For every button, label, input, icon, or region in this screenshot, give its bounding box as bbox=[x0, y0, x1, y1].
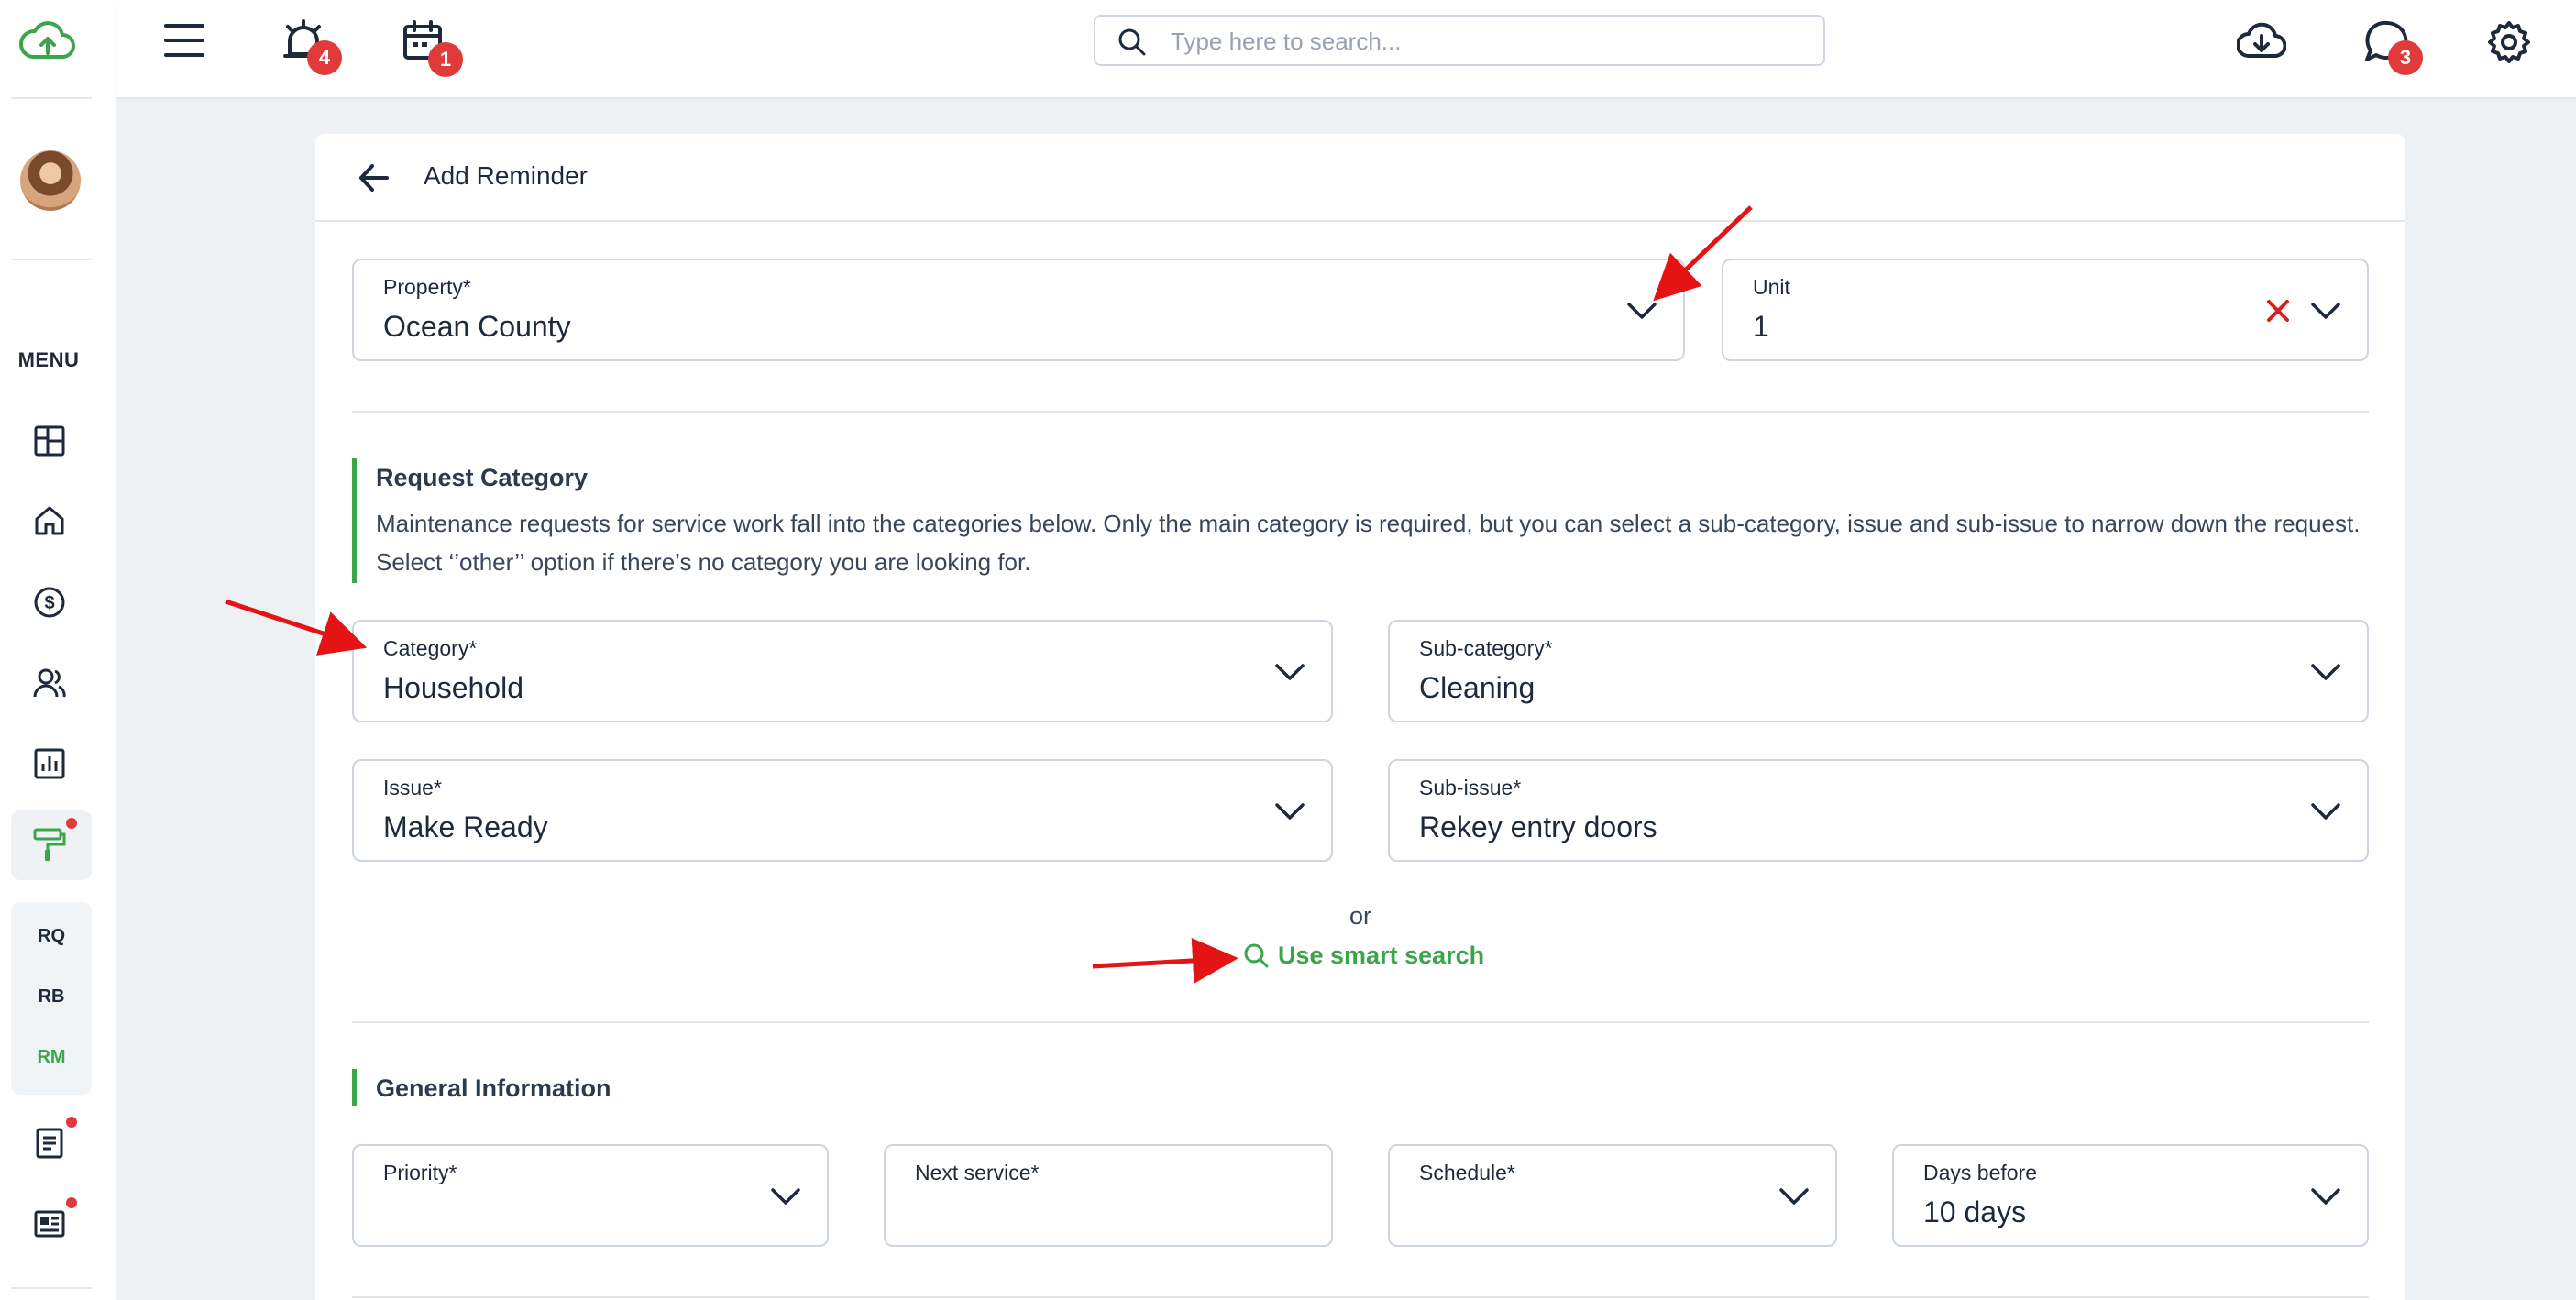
annotation-arrows bbox=[225, 205, 1753, 984]
annotation-arrow-smart-search bbox=[1092, 937, 1238, 984]
annotation-arrow-category bbox=[225, 599, 368, 656]
annotation-arrow-unit-dropdown bbox=[1653, 205, 1753, 302]
